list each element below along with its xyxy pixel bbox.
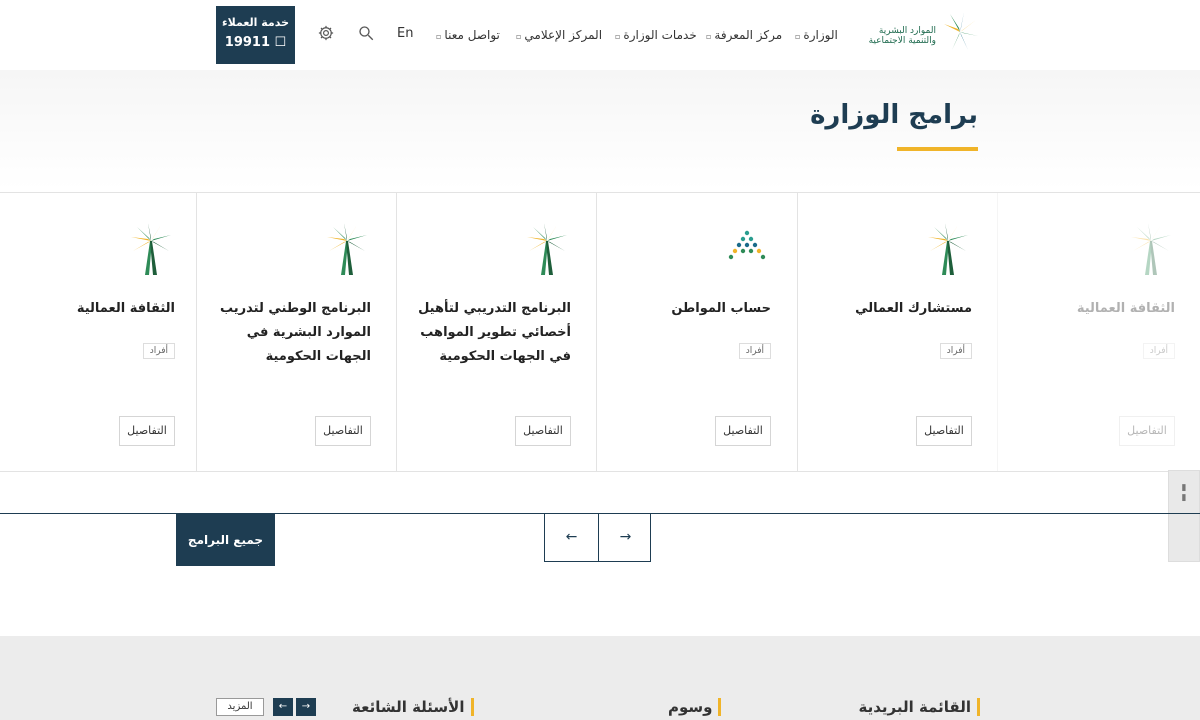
top-header: خدمة العملاء 19911 ☐ En تواصل معنا▫ المر…: [0, 0, 1200, 70]
nav-contact[interactable]: تواصل معنا▫: [436, 28, 500, 42]
customer-service-number: 19911 ☐: [224, 35, 287, 50]
title-underline: [897, 147, 978, 151]
faq-heading: الأسئلة الشائعة: [352, 698, 474, 716]
feedback-side-tab[interactable]: ▮▮: [1168, 470, 1200, 562]
logo-text: الموارد البشرية والتنمية الاجتماعية: [864, 26, 936, 46]
logo-text-line-2: والتنمية الاجتماعية: [868, 36, 936, 46]
nav-media-center[interactable]: المركز الإعلامي▫: [516, 28, 602, 42]
customer-service-title: خدمة العملاء: [221, 16, 290, 29]
details-button[interactable]: التفاصيل: [119, 416, 175, 446]
palm-icon: [323, 223, 371, 277]
program-card: الثقافة العمالية أفراد التفاصيل: [0, 193, 200, 472]
feedback-tab-glyph: ▮▮: [1179, 483, 1189, 503]
program-title: الثقافة العمالية: [76, 301, 175, 316]
nav-ministry-label: الوزارة: [803, 28, 838, 42]
prev-arrow-button[interactable]: ←: [545, 514, 598, 561]
section-band: [0, 70, 1200, 190]
palm-logo-icon: [942, 12, 978, 50]
nav-knowledge-center-label: مركز المعرفة: [714, 28, 783, 42]
program-card: البرنامج التدريبي لتأهيل أخصائي تطوير ال…: [396, 193, 596, 472]
language-toggle[interactable]: En: [397, 26, 413, 41]
faq-next-button[interactable]: →: [296, 698, 316, 716]
more-button[interactable]: المزيد: [216, 698, 264, 716]
faq-prev-button[interactable]: ←: [273, 698, 293, 716]
chevron-down-icon: ▫: [795, 32, 801, 41]
chevron-down-icon: ▫: [516, 32, 522, 41]
program-title: الثقافة العمالية: [1076, 301, 1175, 316]
carousel-arrows: ← →: [544, 514, 651, 562]
palm-icon: [1127, 223, 1175, 277]
palm-icon: [924, 223, 972, 277]
program-title: مستشارك العمالي: [855, 301, 972, 316]
gear-icon[interactable]: [316, 24, 336, 44]
chevron-down-icon: ▫: [615, 32, 621, 41]
program-card: مستشارك العمالي أفراد التفاصيل: [797, 193, 997, 472]
program-card: حساب المواطن أفراد التفاصيل: [596, 193, 796, 472]
search-icon[interactable]: [356, 24, 376, 44]
nav-ministry[interactable]: الوزارة▫: [795, 28, 838, 42]
program-title: حساب المواطن: [671, 301, 771, 316]
footer: القائمة البريدية وسوم الأسئلة الشائعة → …: [0, 636, 1200, 720]
chevron-down-icon: ▫: [706, 32, 712, 41]
customer-service-button[interactable]: خدمة العملاء 19911 ☐: [216, 6, 295, 64]
citizen-account-icon: [723, 223, 771, 277]
program-carousel: الثقافة العمالية أفراد التفاصيل البرنامج…: [0, 192, 1200, 472]
details-button[interactable]: التفاصيل: [1119, 416, 1175, 446]
logo-text-line-1: الموارد البشرية: [878, 26, 936, 36]
audience-tag: أفراد: [939, 343, 972, 359]
nav-media-center-label: المركز الإعلامي: [524, 28, 603, 42]
details-button[interactable]: التفاصيل: [515, 416, 571, 446]
nav-ministry-services[interactable]: خدمات الوزارة▫: [615, 28, 697, 42]
page-title: برامج الوزارة: [810, 100, 978, 130]
audience-tag: أفراد: [142, 343, 175, 359]
details-button[interactable]: التفاصيل: [715, 416, 771, 446]
all-programs-button[interactable]: جميع البرامج: [176, 514, 275, 566]
audience-tag: أفراد: [738, 343, 771, 359]
nav-knowledge-center[interactable]: مركز المعرفة▫: [706, 28, 782, 42]
details-button[interactable]: التفاصيل: [916, 416, 972, 446]
palm-icon: [127, 223, 175, 277]
details-button[interactable]: التفاصيل: [315, 416, 371, 446]
chevron-down-icon: ▫: [436, 32, 442, 41]
palm-icon: [523, 223, 571, 277]
audience-tag: أفراد: [1142, 343, 1175, 359]
mailing-list-heading: القائمة البريدية: [859, 698, 980, 716]
program-card: الثقافة العمالية أفراد التفاصيل: [997, 193, 1200, 472]
ministry-logo[interactable]: الموارد البشرية والتنمية الاجتماعية: [864, 12, 980, 58]
program-card: البرنامج الوطني لتدريب الموارد البشرية ف…: [196, 193, 396, 472]
nav-contact-label: تواصل معنا: [444, 28, 500, 42]
nav-ministry-services-label: خدمات الوزارة: [623, 28, 697, 42]
program-title: البرنامج التدريبي لتأهيل أخصائي تطوير ال…: [418, 301, 571, 364]
next-arrow-button[interactable]: →: [599, 514, 652, 561]
program-title: البرنامج الوطني لتدريب الموارد البشرية ف…: [220, 301, 371, 364]
tags-heading: وسوم: [668, 698, 722, 716]
